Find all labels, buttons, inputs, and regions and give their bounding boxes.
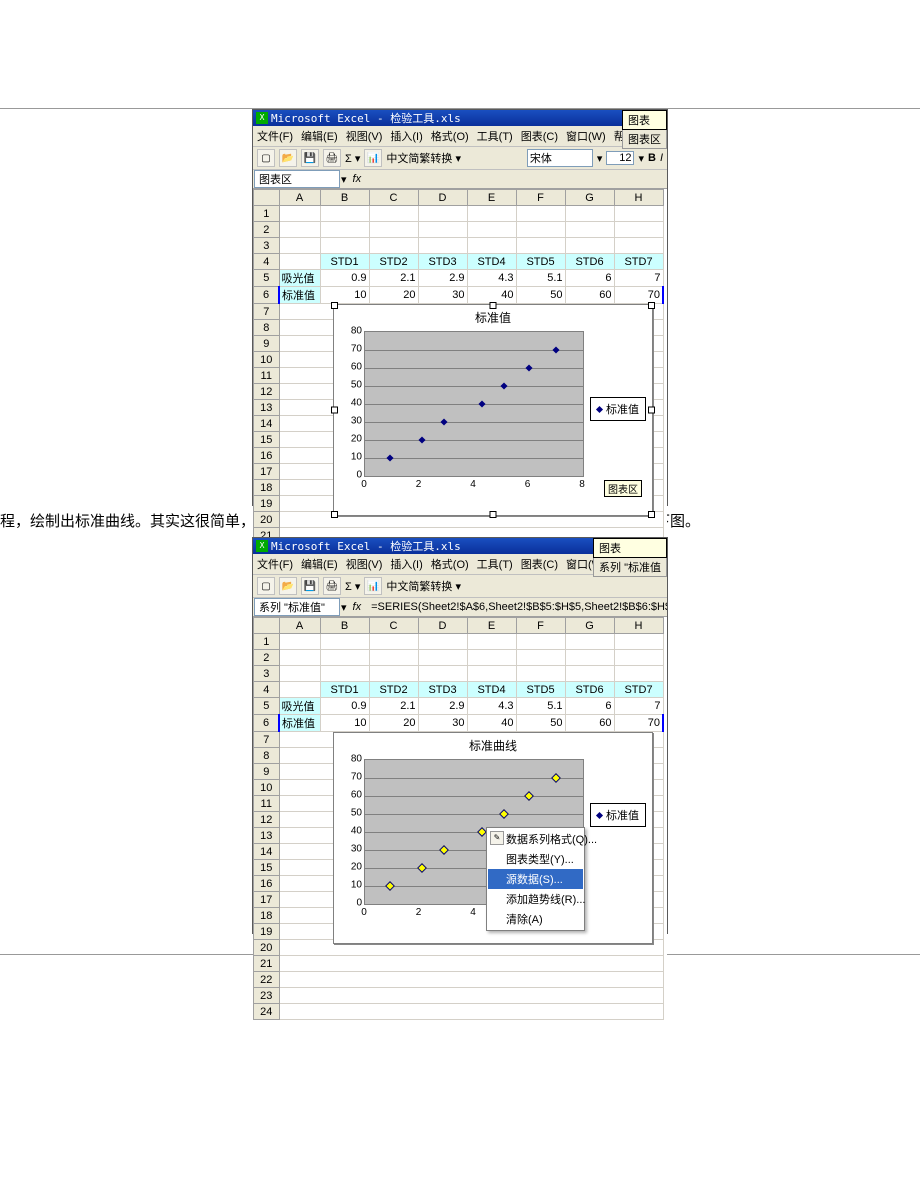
open-icon[interactable]: 📂: [279, 149, 297, 167]
cn-convert-button[interactable]: 中文简繁转换 ▾: [386, 578, 461, 594]
data-point[interactable]: [386, 454, 393, 461]
col-A[interactable]: A: [279, 190, 320, 206]
name-box[interactable]: 系列 "标准值": [254, 598, 340, 616]
legend-label: 标准值: [606, 807, 639, 823]
formula-bar-row: 图表区 ▾ fx: [253, 170, 667, 189]
worksheet[interactable]: A B C D E F G H 1 2 3 4 STD1 STD2 STD3 S…: [253, 617, 667, 1020]
menu-format[interactable]: 格式(O): [431, 556, 469, 572]
menu-view[interactable]: 视图(V): [346, 128, 383, 144]
fx-icon[interactable]: fx: [347, 601, 368, 613]
save-icon[interactable]: 💾: [301, 149, 319, 167]
chart-tooltip: 图表 系列 "标准值: [593, 538, 667, 577]
fx-icon[interactable]: fx: [347, 173, 368, 185]
menu-window[interactable]: 窗口(W): [566, 128, 606, 144]
excel-icon: X: [256, 112, 268, 124]
data-point[interactable]: [439, 845, 449, 855]
toolbar: ▢ 📂 💾 🖨 Σ ▾ 📊 中文简繁转换 ▾: [253, 575, 667, 598]
data-point[interactable]: [525, 364, 532, 371]
chart-legend[interactable]: 标准值: [590, 397, 646, 421]
chart-wizard-icon[interactable]: 📊: [364, 577, 382, 595]
ctx-chart-type[interactable]: 图表类型(Y)...: [488, 849, 583, 869]
menu-file[interactable]: 文件(F): [257, 128, 293, 144]
print-icon[interactable]: 🖨: [323, 149, 341, 167]
open-icon[interactable]: 📂: [279, 577, 297, 595]
menu-format[interactable]: 格式(O): [431, 128, 469, 144]
data-point[interactable]: [499, 809, 509, 819]
col-G[interactable]: G: [565, 190, 614, 206]
ctx-format-series[interactable]: ✎数据系列格式(Q)...: [488, 829, 583, 849]
bold-button[interactable]: B: [648, 152, 656, 164]
embedded-chart[interactable]: 标准值 807060 504030 20100: [333, 304, 653, 516]
ctx-add-trendline[interactable]: 添加趋势线(R)...: [488, 889, 583, 909]
col-D[interactable]: D: [418, 190, 467, 206]
legend-marker-icon: [596, 405, 603, 412]
col-B[interactable]: B: [320, 190, 369, 206]
tooltip-line2: 系列 "标准值: [593, 558, 667, 577]
data-point[interactable]: [479, 400, 486, 407]
format-icon: ✎: [490, 831, 504, 845]
ctx-source-data[interactable]: 源数据(S)...: [488, 869, 583, 889]
embedded-chart[interactable]: 标准曲线 807060 504030 20100: [333, 732, 653, 944]
col-F[interactable]: F: [516, 190, 565, 206]
data-point[interactable]: [500, 382, 507, 389]
print-icon[interactable]: 🖨: [323, 577, 341, 595]
data-point[interactable]: [440, 418, 447, 425]
menu-file[interactable]: 文件(F): [257, 556, 293, 572]
title-bar: X Microsoft Excel - 检验工具.xls: [253, 110, 667, 126]
col-H[interactable]: H: [614, 190, 663, 206]
menu-edit[interactable]: 编辑(E): [301, 556, 338, 572]
new-icon[interactable]: ▢: [257, 577, 275, 595]
excel-screenshot-2: X Microsoft Excel - 检验工具.xls 图表 系列 "标准值 …: [252, 537, 668, 934]
data-point[interactable]: [552, 346, 559, 353]
context-menu: ✎数据系列格式(Q)... 图表类型(Y)... 源数据(S)... 添加趋势线…: [486, 827, 585, 931]
new-icon[interactable]: ▢: [257, 149, 275, 167]
menu-insert[interactable]: 插入(I): [390, 556, 422, 572]
tooltip-line1: 图表: [593, 538, 667, 558]
menu-chart[interactable]: 图表(C): [521, 128, 558, 144]
formula-bar[interactable]: =SERIES(Sheet2!$A$6,Sheet2!$B$5:$H$5,She…: [367, 601, 667, 613]
excel-screenshot-1: X Microsoft Excel - 检验工具.xls 图表 图表区 文件(F…: [252, 109, 668, 506]
data-point[interactable]: [385, 881, 395, 891]
worksheet[interactable]: A B C D E F G H 1 2 3 4 STD1 STD2 STD3 S…: [253, 189, 667, 592]
menu-chart[interactable]: 图表(C): [521, 556, 558, 572]
save-icon[interactable]: 💾: [301, 577, 319, 595]
data-point[interactable]: [524, 791, 534, 801]
excel-icon: X: [256, 540, 268, 552]
chart-legend[interactable]: 标准值: [590, 803, 646, 827]
cn-convert-button[interactable]: 中文简繁转换 ▾: [386, 150, 461, 166]
app-title: Microsoft Excel - 检验工具.xls: [271, 538, 461, 554]
chart-title: 标准曲线: [334, 733, 652, 758]
menu-view[interactable]: 视图(V): [346, 556, 383, 572]
menu-tools[interactable]: 工具(T): [477, 556, 513, 572]
chart-area-tooltip: 图表区: [604, 480, 642, 497]
tooltip-line1: 图表: [622, 110, 667, 130]
app-title: Microsoft Excel - 检验工具.xls: [271, 110, 461, 126]
y-axis-labels: 807060 504030 20100: [344, 331, 364, 475]
formula-bar-row: 系列 "标准值" ▾ fx =SERIES(Sheet2!$A$6,Sheet2…: [253, 598, 667, 617]
chart-wizard-icon[interactable]: 📊: [364, 149, 382, 167]
name-box[interactable]: 图表区: [254, 170, 340, 188]
data-point[interactable]: [417, 863, 427, 873]
menu-tools[interactable]: 工具(T): [477, 128, 513, 144]
ctx-clear[interactable]: 清除(A): [488, 909, 583, 929]
menu-edit[interactable]: 编辑(E): [301, 128, 338, 144]
font-name-box[interactable]: 宋体: [527, 149, 593, 167]
legend-label: 标准值: [606, 401, 639, 417]
chart-tooltip: 图表 图表区: [622, 110, 667, 149]
data-point[interactable]: [419, 436, 426, 443]
legend-marker-icon: [596, 811, 603, 818]
toolbar: ▢ 📂 💾 🖨 Σ ▾ 📊 中文简繁转换 ▾ 宋体 ▾ 12 ▾ B I: [253, 147, 667, 170]
data-point[interactable]: [551, 773, 561, 783]
font-size-box[interactable]: 12: [606, 151, 634, 165]
plot-area[interactable]: [364, 331, 584, 477]
menu-bar: 文件(F) 编辑(E) 视图(V) 插入(I) 格式(O) 工具(T) 图表(C…: [253, 126, 667, 147]
y-axis-labels: 807060 504030 20100: [344, 759, 364, 903]
tooltip-line2: 图表区: [622, 130, 667, 149]
italic-button[interactable]: I: [660, 152, 663, 164]
col-C[interactable]: C: [369, 190, 418, 206]
col-E[interactable]: E: [467, 190, 516, 206]
menu-insert[interactable]: 插入(I): [390, 128, 422, 144]
